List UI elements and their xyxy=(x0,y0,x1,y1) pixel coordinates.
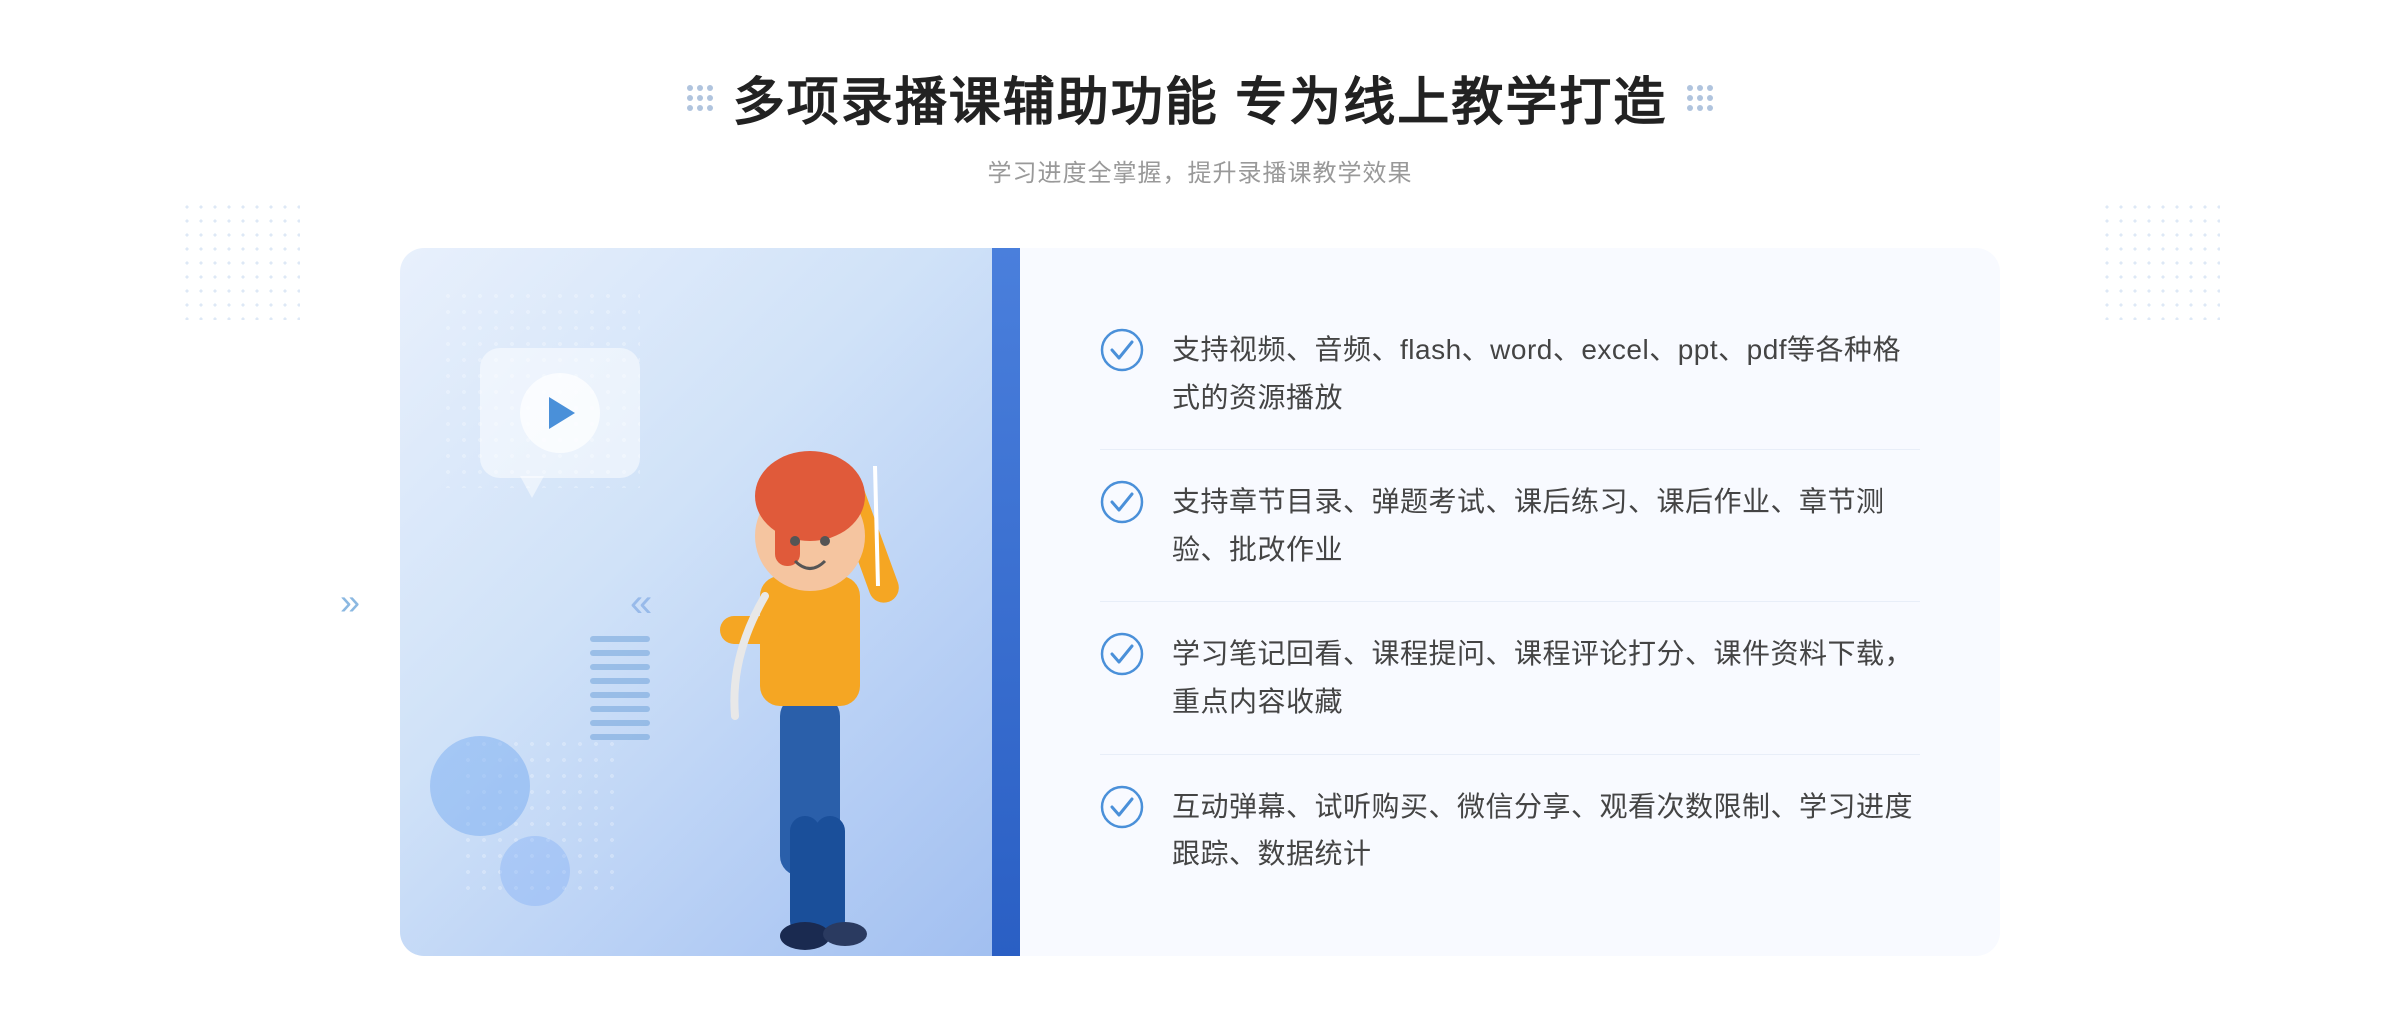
dots-decoration-right xyxy=(2100,200,2220,320)
feature-item-1: 支持视频、音频、flash、word、excel、ppt、pdf等各种格式的资源… xyxy=(1100,298,1920,450)
person-illustration xyxy=(620,376,1000,956)
content-area: « xyxy=(400,248,2000,956)
circle-decoration-2 xyxy=(500,836,570,906)
feature-item-3: 学习笔记回看、课程提问、课程评论打分、课件资料下载，重点内容收藏 xyxy=(1100,602,1920,754)
check-icon-4 xyxy=(1100,785,1144,829)
circle-decoration-1 xyxy=(430,736,530,836)
play-triangle-icon xyxy=(549,397,575,429)
dots-decoration-left xyxy=(180,200,300,320)
check-icon-2 xyxy=(1100,480,1144,524)
main-title: 多项录播课辅助功能 专为线上教学打造 xyxy=(733,60,1667,135)
sub-title: 学习进度全掌握，提升录播课教学效果 xyxy=(687,153,1713,188)
title-row: 多项录播课辅助功能 专为线上教学打造 xyxy=(687,60,1713,135)
feature-text-4: 互动弹幕、试听购买、微信分享、观看次数限制、学习进度跟踪、数据统计 xyxy=(1172,783,1920,878)
decorative-grid-left xyxy=(687,85,713,111)
header-section: 多项录播课辅助功能 专为线上教学打造 学习进度全掌握，提升录播课教学效果 xyxy=(687,60,1713,188)
decorative-grid-right xyxy=(1687,85,1713,111)
play-icon-circle xyxy=(520,373,600,453)
feature-text-2: 支持章节目录、弹题考试、课后练习、课后作业、章节测验、批改作业 xyxy=(1172,478,1920,573)
play-bubble xyxy=(480,348,640,478)
page-container: 多项录播课辅助功能 专为线上教学打造 学习进度全掌握，提升录播课教学效果 xyxy=(0,0,2400,1036)
feature-text-3: 学习笔记回看、课程提问、课程评论打分、课件资料下载，重点内容收藏 xyxy=(1172,630,1920,725)
features-area: 支持视频、音频、flash、word、excel、ppt、pdf等各种格式的资源… xyxy=(1020,248,2000,956)
feature-item-4: 互动弹幕、试听购买、微信分享、观看次数限制、学习进度跟踪、数据统计 xyxy=(1100,755,1920,906)
check-icon-1 xyxy=(1100,328,1144,372)
blue-vertical-bar xyxy=(992,248,1020,956)
feature-text-1: 支持视频、音频、flash、word、excel、ppt、pdf等各种格式的资源… xyxy=(1172,326,1920,421)
check-icon-3 xyxy=(1100,632,1144,676)
feature-item-2: 支持章节目录、弹题考试、课后练习、课后作业、章节测验、批改作业 xyxy=(1100,450,1920,602)
illustration-area: « xyxy=(400,248,1020,956)
left-chevron-decoration: » xyxy=(340,581,360,623)
